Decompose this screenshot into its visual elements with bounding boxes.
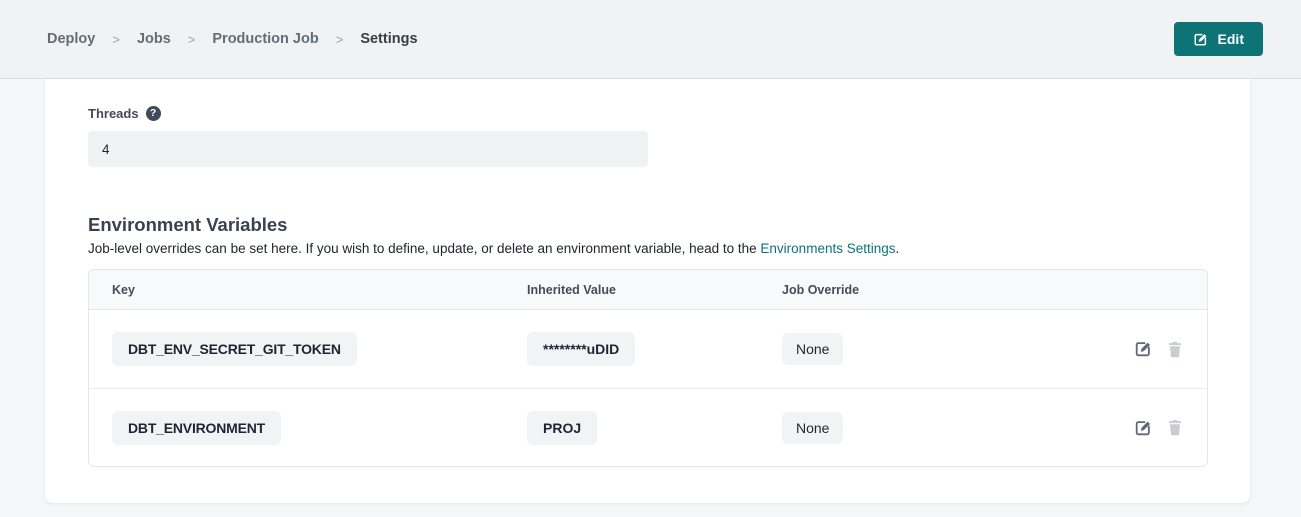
threads-label: Threads [88, 106, 139, 121]
help-question-icon[interactable]: ? [146, 106, 161, 121]
row-actions [1119, 340, 1183, 358]
edit-pencil-icon [1134, 340, 1152, 358]
table-row: DBT_ENV_SECRET_GIT_TOKEN ********uDID No… [89, 310, 1207, 388]
delete-row-button[interactable] [1167, 341, 1183, 358]
breadcrumb-item-settings: Settings [360, 31, 417, 47]
row-actions [1119, 419, 1183, 437]
column-header-job-override: Job Override [782, 283, 1119, 297]
threads-field-label-row: Threads ? [88, 106, 1208, 121]
env-var-job-override: None [782, 412, 843, 444]
env-var-key: DBT_ENVIRONMENT [112, 411, 281, 445]
edit-row-button[interactable] [1134, 340, 1152, 358]
column-header-key: Key [112, 283, 527, 297]
environment-variables-description: Job-level overrides can be set here. If … [88, 241, 1208, 256]
column-header-inherited-value: Inherited Value [527, 283, 782, 297]
environment-variables-title: Environment Variables [88, 214, 1208, 236]
edit-pencil-icon [1134, 419, 1152, 437]
chevron-right-icon: > [112, 32, 120, 47]
env-vars-table-header: Key Inherited Value Job Override [89, 270, 1207, 310]
chevron-right-icon: > [336, 32, 344, 47]
edit-pencil-icon [1193, 32, 1208, 47]
env-var-job-override: None [782, 333, 843, 365]
env-var-inherited-value: PROJ [527, 411, 597, 445]
environment-variables-section: Environment Variables Job-level override… [88, 214, 1208, 467]
edit-button-label: Edit [1218, 31, 1244, 47]
description-period: . [896, 241, 900, 256]
edit-button[interactable]: Edit [1174, 22, 1263, 56]
environments-settings-link[interactable]: Environments Settings [760, 241, 895, 256]
env-var-key: DBT_ENV_SECRET_GIT_TOKEN [112, 332, 357, 366]
trash-icon [1167, 341, 1183, 358]
top-bar: Deploy > Jobs > Production Job > Setting… [0, 0, 1301, 79]
env-var-inherited-value: ********uDID [527, 332, 635, 366]
chevron-right-icon: > [188, 32, 196, 47]
breadcrumb-item-jobs[interactable]: Jobs [137, 31, 171, 47]
description-text: Job-level overrides can be set here. If … [88, 241, 760, 256]
table-row: DBT_ENVIRONMENT PROJ None [89, 388, 1207, 466]
threads-input[interactable] [88, 131, 648, 167]
breadcrumb-item-production-job[interactable]: Production Job [212, 31, 318, 47]
env-vars-table: Key Inherited Value Job Override DBT_ENV… [88, 269, 1208, 467]
trash-icon [1167, 419, 1183, 436]
breadcrumb: Deploy > Jobs > Production Job > Setting… [47, 31, 418, 47]
breadcrumb-item-deploy[interactable]: Deploy [47, 31, 95, 47]
edit-row-button[interactable] [1134, 419, 1152, 437]
delete-row-button[interactable] [1167, 419, 1183, 436]
job-settings-card: Threads ? Environment Variables Job-leve… [45, 79, 1250, 503]
